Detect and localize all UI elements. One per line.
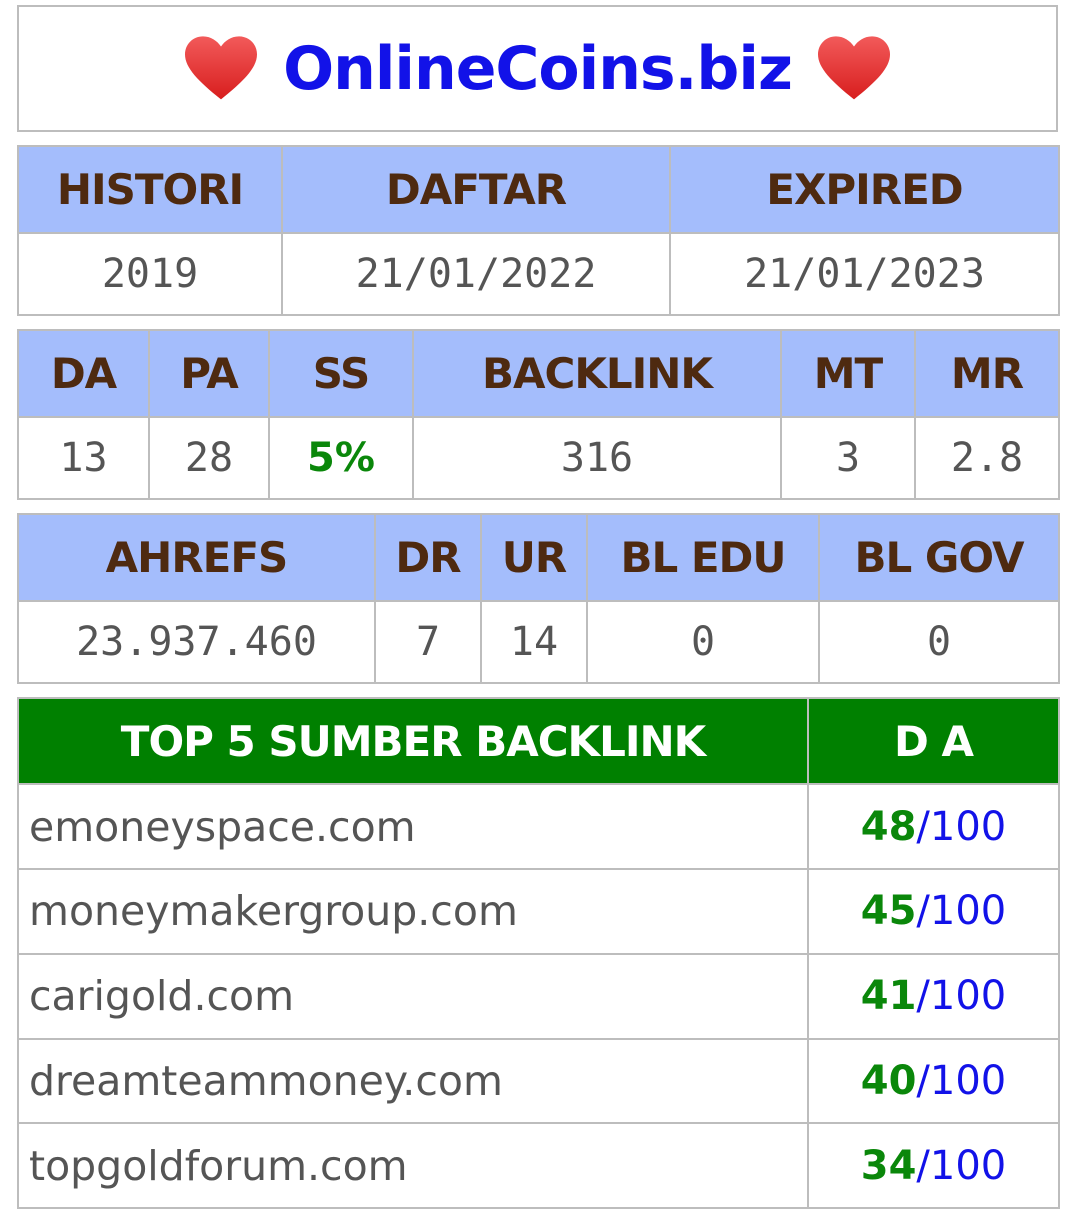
value-backlink: 316 xyxy=(412,416,782,500)
header-ur: UR xyxy=(480,512,588,603)
table-row: 23.937.460 7 14 0 0 xyxy=(17,600,1060,684)
da-max: 100 xyxy=(929,1057,1007,1104)
da-score: 34 xyxy=(860,1142,917,1189)
backlink-site: dreamteammoney.com xyxy=(17,1037,809,1125)
header-daftar: DAFTAR xyxy=(281,144,671,235)
header-bl-edu: BL EDU xyxy=(586,512,820,603)
header-pa: PA xyxy=(148,328,270,419)
heart-icon xyxy=(185,35,258,99)
value-pa: 28 xyxy=(148,416,270,500)
value-bl-edu: 0 xyxy=(586,600,820,684)
value-bl-gov: 0 xyxy=(818,600,1060,684)
da-max: 100 xyxy=(929,1142,1007,1189)
value-daftar: 21/01/2022 xyxy=(281,232,671,316)
heart-icon xyxy=(817,35,890,99)
backlink-site: topgoldforum.com xyxy=(17,1122,809,1209)
value-histori: 2019 xyxy=(17,232,283,316)
table-header-row: DA PA SS BACKLINK MT MR xyxy=(17,328,1060,419)
header-expired: EXPIRED xyxy=(669,144,1060,235)
da-separator: / xyxy=(916,888,930,935)
site-title: OnlineCoins.biz xyxy=(283,33,793,104)
header-backlink: BACKLINK xyxy=(412,328,782,419)
da-max: 100 xyxy=(929,973,1007,1020)
table-row: 13 28 5% 316 3 2.8 xyxy=(17,416,1060,500)
table-row: topgoldforum.com 34/100 xyxy=(17,1122,1060,1209)
moz-metrics-table: DA PA SS BACKLINK MT MR 13 28 5% 316 3 2… xyxy=(17,328,1060,500)
value-mt: 3 xyxy=(780,416,916,500)
ahrefs-metrics-table: AHREFS DR UR BL EDU BL GOV 23.937.460 7 … xyxy=(17,512,1060,684)
da-separator: / xyxy=(916,973,930,1020)
table-header-row: AHREFS DR UR BL EDU BL GOV xyxy=(17,512,1060,603)
value-ur: 14 xyxy=(480,600,588,684)
header-histori: HISTORI xyxy=(17,144,283,235)
da-score: 48 xyxy=(860,803,917,850)
table-row: carigold.com 41/100 xyxy=(17,952,1060,1040)
table-header-row: HISTORI DAFTAR EXPIRED xyxy=(17,144,1060,235)
header-ss: SS xyxy=(268,328,414,419)
backlink-da: 45/100 xyxy=(807,868,1060,955)
da-score: 45 xyxy=(860,888,917,935)
table-row: emoneyspace.com 48/100 xyxy=(17,783,1060,871)
header-bl-gov: BL GOV xyxy=(818,512,1060,603)
table-row: 2019 21/01/2022 21/01/2023 xyxy=(17,232,1060,316)
value-ahrefs: 23.937.460 xyxy=(17,600,376,684)
header-da: D A xyxy=(807,696,1060,786)
value-da: 13 xyxy=(17,416,150,500)
header-mt: MT xyxy=(780,328,916,419)
backlink-site: emoneyspace.com xyxy=(17,783,809,871)
header-top-sources: TOP 5 SUMBER BACKLINK xyxy=(17,696,809,786)
da-max: 100 xyxy=(929,888,1007,935)
header-mr: MR xyxy=(914,328,1060,419)
da-max: 100 xyxy=(929,803,1007,850)
da-separator: / xyxy=(916,803,930,850)
header-dr: DR xyxy=(374,512,482,603)
value-mr: 2.8 xyxy=(914,416,1060,500)
backlink-da: 34/100 xyxy=(807,1122,1060,1209)
header-da: DA xyxy=(17,328,150,419)
da-score: 40 xyxy=(860,1057,917,1104)
da-separator: / xyxy=(916,1142,930,1189)
value-ss: 5% xyxy=(268,416,414,500)
value-dr: 7 xyxy=(374,600,482,684)
backlink-da: 40/100 xyxy=(807,1037,1060,1125)
value-expired: 21/01/2023 xyxy=(669,232,1060,316)
da-separator: / xyxy=(916,1057,930,1104)
domain-info-table: HISTORI DAFTAR EXPIRED 2019 21/01/2022 2… xyxy=(17,144,1060,316)
backlink-site: carigold.com xyxy=(17,952,809,1040)
header-ahrefs: AHREFS xyxy=(17,512,376,603)
da-score: 41 xyxy=(860,973,917,1020)
table-header-row: TOP 5 SUMBER BACKLINK D A xyxy=(17,696,1060,786)
table-row: moneymakergroup.com 45/100 xyxy=(17,868,1060,955)
backlink-da: 48/100 xyxy=(807,783,1060,871)
top-backlinks-table: TOP 5 SUMBER BACKLINK D A emoneyspace.co… xyxy=(17,696,1060,1209)
table-row: dreamteammoney.com 40/100 xyxy=(17,1037,1060,1125)
site-title-banner: OnlineCoins.biz xyxy=(17,5,1058,132)
backlink-site: moneymakergroup.com xyxy=(17,868,809,955)
backlink-da: 41/100 xyxy=(807,952,1060,1040)
